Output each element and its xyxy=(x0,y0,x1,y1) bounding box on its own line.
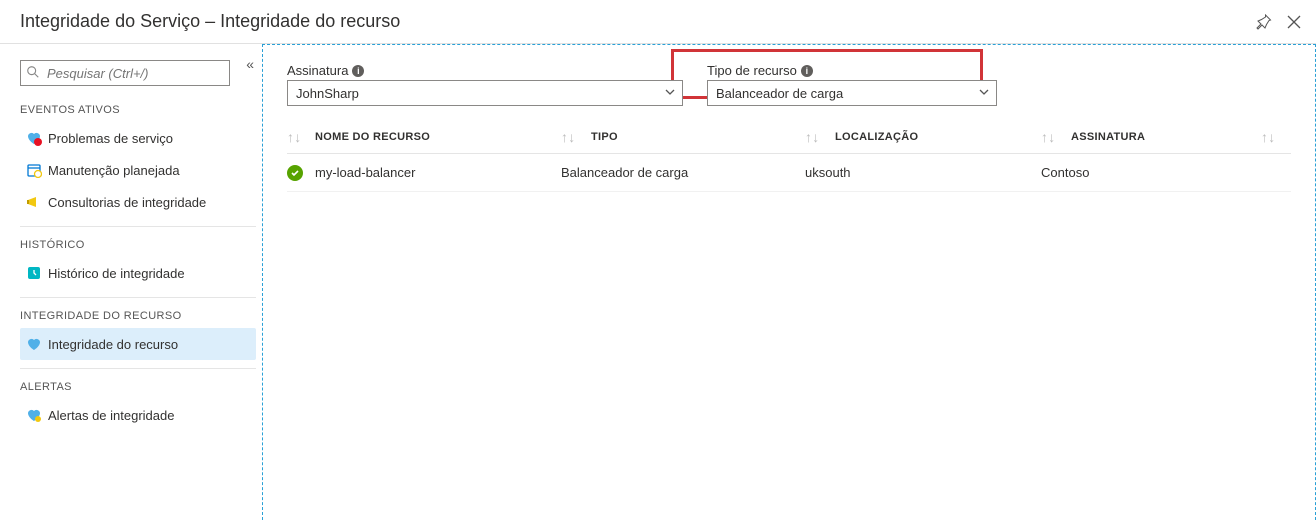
blade-root: Integridade do Serviço – Integridade do … xyxy=(0,0,1316,520)
sort-icon: ↑↓ xyxy=(805,130,820,144)
sort-icon: ↑↓ xyxy=(1261,130,1276,144)
cell-location: uksouth xyxy=(805,165,1041,180)
row-status xyxy=(287,165,315,181)
column-status[interactable]: ↑↓ xyxy=(287,130,315,144)
chevron-down-icon xyxy=(664,86,676,101)
filter-subscription: Assinatura i JohnSharp xyxy=(287,63,683,106)
label-text: Assinatura xyxy=(287,63,348,78)
filter-resource-type: Tipo de recurso i Balanceador de carga xyxy=(707,63,997,106)
info-icon[interactable]: i xyxy=(352,65,364,77)
select-value: Balanceador de carga xyxy=(716,86,843,101)
sidebar-item-label: Problemas de serviço xyxy=(48,131,173,146)
sidebar-item-health-history[interactable]: Histórico de integridade xyxy=(20,257,256,289)
divider xyxy=(20,226,256,227)
collapse-sidebar-icon[interactable]: « xyxy=(246,56,254,72)
column-label: LOCALIZAÇÃO xyxy=(835,131,918,143)
column-label: ASSINATURA xyxy=(1071,131,1145,143)
page-title: Integridade do Serviço – Integridade do … xyxy=(20,11,1256,32)
column-name[interactable]: NOME DO RECURSO xyxy=(315,131,561,143)
sidebar-item-planned-maintenance[interactable]: Manutenção planejada xyxy=(20,154,256,186)
main-content: Assinatura i JohnSharp Tipo de recurso i xyxy=(262,44,1316,520)
divider xyxy=(20,297,256,298)
cell-name: my-load-balancer xyxy=(315,165,561,180)
history-icon xyxy=(26,265,48,281)
sidebar-item-health-advisories[interactable]: Consultorias de integridade xyxy=(20,186,256,218)
select-value: JohnSharp xyxy=(296,86,359,101)
heart-pulse-icon xyxy=(26,336,48,352)
cell-subscription: Contoso xyxy=(1041,165,1261,180)
search-input[interactable] xyxy=(20,60,230,86)
info-icon[interactable]: i xyxy=(801,65,813,77)
filter-resource-type-label: Tipo de recurso i xyxy=(707,63,997,78)
sort-icon: ↑↓ xyxy=(561,130,576,144)
column-subscription[interactable]: ↑↓ ASSINATURA xyxy=(1041,130,1261,144)
column-type[interactable]: ↑↓ TIPO xyxy=(561,130,805,144)
section-active-events: EVENTOS ATIVOS xyxy=(20,104,256,116)
sidebar: « EVENTOS ATIVOS Problemas de serviço Ma… xyxy=(0,44,262,520)
sidebar-item-service-issues[interactable]: Problemas de serviço xyxy=(20,122,256,154)
resource-type-select[interactable]: Balanceador de carga xyxy=(707,80,997,106)
sidebar-item-resource-health[interactable]: Integridade do recurso xyxy=(20,328,256,360)
heart-alert-icon xyxy=(26,130,48,146)
sidebar-item-label: Histórico de integridade xyxy=(48,266,185,281)
section-resource-health: INTEGRIDADE DO RECURSO xyxy=(20,310,256,322)
section-alerts: ALERTAS xyxy=(20,381,256,393)
sidebar-item-label: Integridade do recurso xyxy=(48,337,178,352)
alert-icon xyxy=(26,407,48,423)
label-text: Tipo de recurso xyxy=(707,63,797,78)
sidebar-item-label: Manutenção planejada xyxy=(48,163,180,178)
search-icon xyxy=(26,65,40,82)
sidebar-item-label: Alertas de integridade xyxy=(48,408,174,423)
table-row[interactable]: my-load-balancer Balanceador de carga uk… xyxy=(287,154,1291,192)
calendar-icon xyxy=(26,162,48,178)
sort-icon: ↑↓ xyxy=(1041,130,1056,144)
table-header-row: ↑↓ NOME DO RECURSO ↑↓ TIPO ↑↓ LOCALIZAÇÃ… xyxy=(287,120,1291,154)
megaphone-icon xyxy=(26,194,48,210)
divider xyxy=(20,368,256,369)
sidebar-item-label: Consultorias de integridade xyxy=(48,195,206,210)
section-history: HISTÓRICO xyxy=(20,239,256,251)
status-ok-icon xyxy=(287,165,303,181)
filter-subscription-label: Assinatura i xyxy=(287,63,683,78)
column-end-sort[interactable]: ↑↓ xyxy=(1261,130,1291,144)
close-icon[interactable] xyxy=(1286,14,1302,30)
filter-bar: Assinatura i JohnSharp Tipo de recurso i xyxy=(287,63,1291,106)
search-wrap xyxy=(20,60,230,86)
column-label: TIPO xyxy=(591,131,618,143)
sort-icon: ↑↓ xyxy=(287,130,302,144)
subscription-select[interactable]: JohnSharp xyxy=(287,80,683,106)
blade-body: « EVENTOS ATIVOS Problemas de serviço Ma… xyxy=(0,44,1316,520)
chevron-down-icon xyxy=(978,86,990,101)
header-actions xyxy=(1256,14,1302,30)
blade-header: Integridade do Serviço – Integridade do … xyxy=(0,0,1316,44)
sidebar-item-health-alerts[interactable]: Alertas de integridade xyxy=(20,399,256,431)
pin-icon[interactable] xyxy=(1256,14,1272,30)
cell-type: Balanceador de carga xyxy=(561,165,805,180)
column-label: NOME DO RECURSO xyxy=(315,131,430,143)
column-location[interactable]: ↑↓ LOCALIZAÇÃO xyxy=(805,130,1041,144)
resource-table: ↑↓ NOME DO RECURSO ↑↓ TIPO ↑↓ LOCALIZAÇÃ… xyxy=(287,120,1291,192)
